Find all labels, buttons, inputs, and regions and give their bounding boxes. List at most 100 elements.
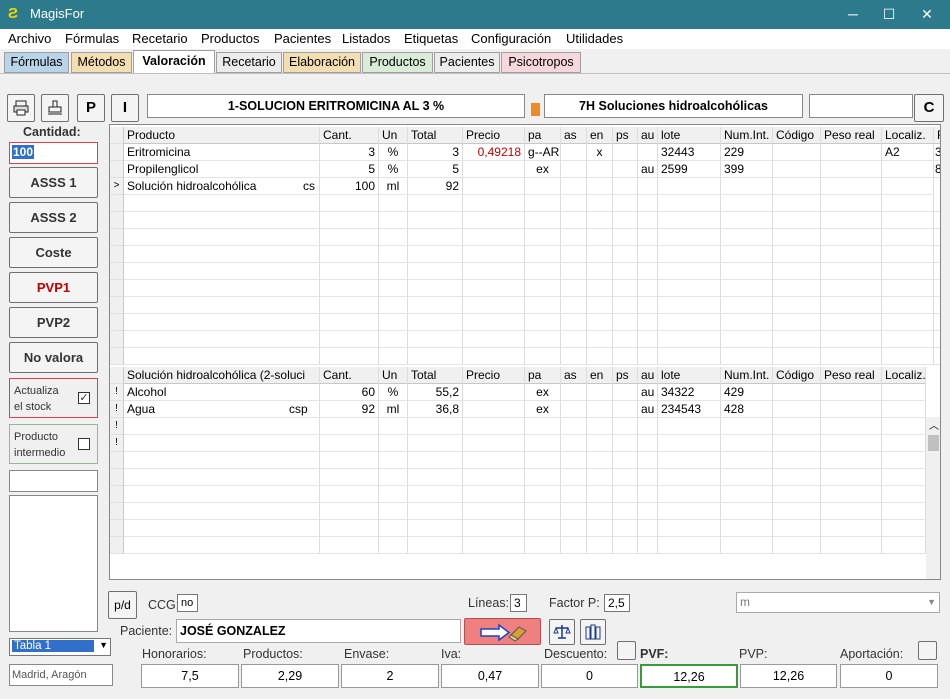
empty-cell[interactable] — [882, 418, 926, 435]
cell-cant[interactable] — [320, 520, 379, 537]
empty-cell[interactable] — [721, 229, 773, 246]
cell-au[interactable] — [638, 520, 658, 537]
empty-cell[interactable] — [821, 229, 882, 246]
cell-cant[interactable]: 60 — [320, 384, 379, 401]
empty-cell[interactable] — [821, 520, 882, 537]
container-button[interactable] — [580, 619, 606, 645]
table-row[interactable]: ! Agua csp 92 ml 36,8 ex au 234543 428 — [110, 401, 926, 418]
empty-cell[interactable] — [613, 401, 638, 418]
empty-cell[interactable] — [658, 297, 721, 314]
cell-lote[interactable] — [658, 469, 721, 486]
cell-peso-real[interactable] — [821, 144, 882, 161]
empty-cell[interactable] — [408, 297, 463, 314]
cell-f[interactable]: 3 — [934, 144, 940, 161]
tab-psicotropos[interactable]: Psicotropos — [501, 52, 581, 73]
table-row[interactable]: Eritromicina 3 % 3 0,49218 g--AR x 32443… — [110, 144, 940, 161]
empty-cell[interactable] — [773, 314, 821, 331]
cell-pa[interactable] — [525, 537, 561, 554]
empty-cell[interactable] — [882, 348, 934, 365]
empty-cell[interactable] — [882, 246, 934, 263]
cell-lote[interactable] — [658, 486, 721, 503]
empty-cell[interactable] — [613, 314, 638, 331]
empty-cell[interactable] — [773, 229, 821, 246]
cell-lote[interactable] — [658, 503, 721, 520]
empty-row[interactable] — [110, 229, 940, 246]
empty-cell[interactable] — [638, 229, 658, 246]
cell-pa[interactable] — [525, 452, 561, 469]
empty-cell[interactable] — [587, 212, 613, 229]
extra-header-field[interactable] — [809, 94, 913, 118]
empty-cell[interactable] — [934, 195, 940, 212]
empty-cell[interactable] — [613, 503, 638, 520]
empty-cell[interactable] — [587, 263, 613, 280]
cell-numint[interactable] — [721, 452, 773, 469]
region-field[interactable]: Madrid, Aragón — [9, 664, 113, 686]
cell-numint[interactable]: 429 — [721, 384, 773, 401]
asss2-button[interactable]: ASSS 2 — [9, 202, 98, 233]
menu-formulas[interactable]: Fórmulas — [65, 31, 119, 46]
cell-cant[interactable] — [320, 486, 379, 503]
cell-au[interactable] — [638, 178, 658, 195]
cell-lote[interactable]: 32443 — [658, 144, 721, 161]
empty-cell[interactable] — [821, 212, 882, 229]
empty-cell[interactable] — [613, 418, 638, 435]
cell-pa[interactable] — [525, 520, 561, 537]
tabla-select[interactable]: Tabla 1 ▼ — [9, 638, 111, 656]
empty-cell[interactable] — [561, 314, 587, 331]
empty-cell[interactable] — [124, 246, 320, 263]
empty-cell[interactable] — [463, 212, 525, 229]
cell-un[interactable]: % — [379, 161, 408, 178]
cell-au[interactable]: au — [638, 384, 658, 401]
cell-f[interactable]: 8 — [934, 161, 940, 178]
empty-row[interactable] — [110, 195, 940, 212]
empty-cell[interactable] — [525, 331, 561, 348]
cell-total[interactable]: 55,2 — [408, 384, 463, 401]
cell-lote[interactable] — [658, 418, 721, 435]
empty-cell[interactable] — [587, 435, 613, 452]
empty-cell[interactable] — [613, 486, 638, 503]
cell-un[interactable] — [379, 418, 408, 435]
empty-cell[interactable] — [463, 195, 525, 212]
formula-name-field[interactable]: 1-SOLUCION ERITROMICINA AL 3 % — [147, 94, 525, 118]
empty-cell[interactable] — [658, 314, 721, 331]
empty-cell[interactable] — [882, 401, 926, 418]
empty-cell[interactable] — [408, 229, 463, 246]
empty-cell[interactable] — [773, 537, 821, 554]
empty-cell[interactable] — [773, 401, 821, 418]
cell-precio[interactable] — [463, 486, 525, 503]
cell-producto[interactable] — [124, 418, 320, 435]
cell-as[interactable] — [561, 144, 587, 161]
empty-cell[interactable] — [320, 331, 379, 348]
empty-cell[interactable] — [379, 348, 408, 365]
cell-un[interactable]: ml — [379, 401, 408, 418]
empty-cell[interactable] — [408, 280, 463, 297]
scroll-up-icon[interactable]: ︿ — [929, 417, 939, 432]
empty-cell[interactable] — [408, 263, 463, 280]
empty-cell[interactable] — [379, 331, 408, 348]
cell-total[interactable] — [408, 537, 463, 554]
empty-cell[interactable] — [658, 212, 721, 229]
empty-cell[interactable] — [587, 297, 613, 314]
empty-row[interactable] — [110, 486, 926, 503]
tab-recetario[interactable]: Recetario — [216, 52, 282, 73]
empty-cell[interactable] — [821, 348, 882, 365]
empty-cell[interactable] — [320, 229, 379, 246]
empty-cell[interactable] — [320, 297, 379, 314]
empty-cell[interactable] — [773, 384, 821, 401]
menu-configuracion[interactable]: Configuración — [471, 31, 551, 46]
empty-cell[interactable] — [721, 263, 773, 280]
empty-cell[interactable] — [561, 452, 587, 469]
empty-cell[interactable] — [613, 469, 638, 486]
empty-cell[interactable] — [379, 229, 408, 246]
empty-cell[interactable] — [773, 435, 821, 452]
empty-row[interactable] — [110, 314, 940, 331]
empty-cell[interactable] — [525, 246, 561, 263]
empty-cell[interactable] — [721, 331, 773, 348]
cell-un[interactable] — [379, 503, 408, 520]
empty-cell[interactable] — [613, 537, 638, 554]
empty-cell[interactable] — [124, 314, 320, 331]
empty-cell[interactable] — [587, 469, 613, 486]
empty-cell[interactable] — [934, 314, 940, 331]
cell-total[interactable]: 92 — [408, 178, 463, 195]
cell-localiz[interactable] — [882, 178, 934, 195]
